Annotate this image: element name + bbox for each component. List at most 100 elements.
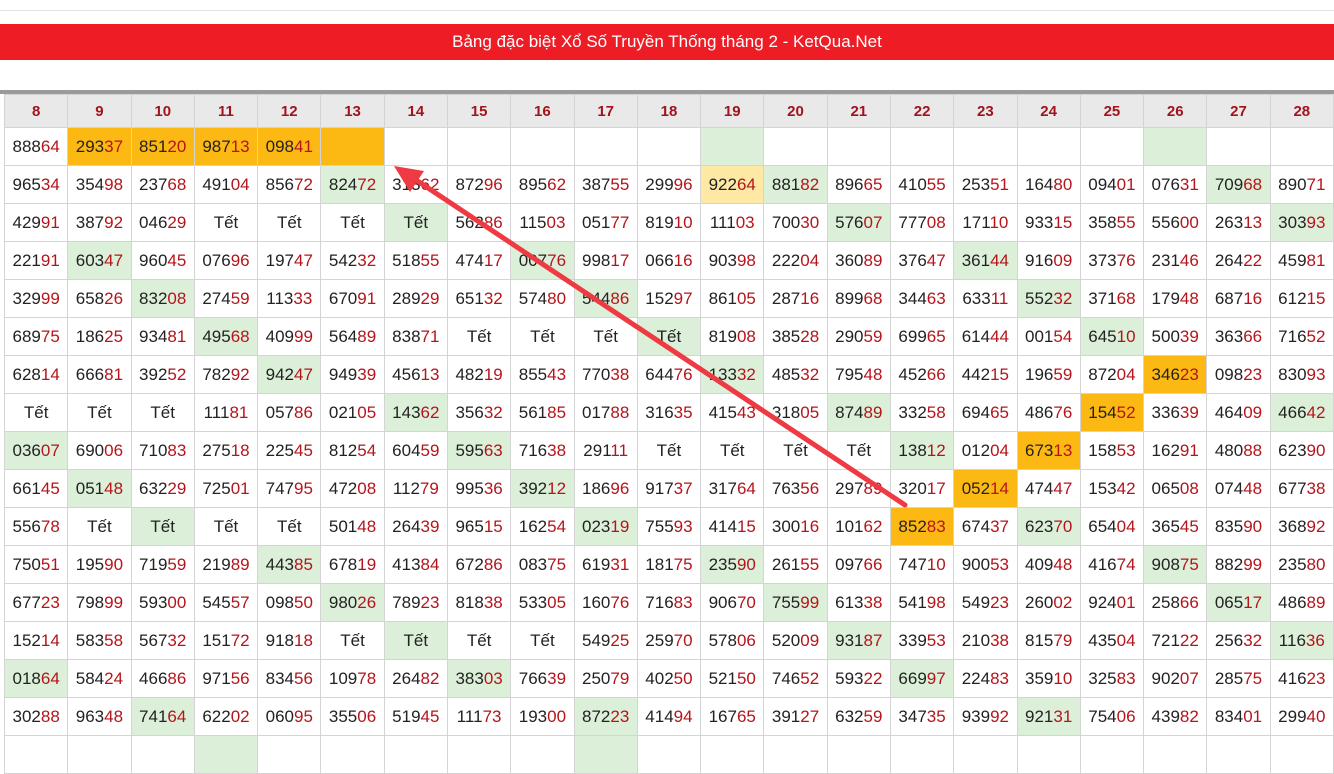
result-cell: 19659 [1016,355,1081,394]
result-cell [763,127,828,166]
result-cell: 36366 [1206,317,1271,356]
result-cell: 31635 [636,393,702,432]
result-cell [383,735,448,774]
table-row: 62814 66681 39252 78292 94247 94939 45613 48219… [3,355,1334,394]
result-cell [763,735,828,774]
result-cell [1016,735,1081,774]
result-cell: 86105 [700,279,765,318]
result-cell: 15214 [3,621,69,660]
result-cell: 17110 [953,203,1018,242]
result-cell: 87223 [573,697,638,736]
result-cell: 85543 [510,355,575,394]
result-cell: 81254 [320,431,385,470]
result-cell: 89968 [826,279,891,318]
result-cell: 37168 [1079,279,1145,318]
result-cell: 27518 [193,431,259,470]
result-cell: 45981 [1269,241,1334,280]
result-cell: 83456 [257,659,322,698]
result-cell: 93187 [826,621,891,660]
result-cell [3,735,69,774]
result-cell: Tết [510,317,575,356]
result-cell: Tết [700,431,765,470]
result-cell: 96348 [67,697,132,736]
result-cell: 61215 [1269,279,1334,318]
result-cell [67,735,132,774]
result-cell: 63259 [826,697,891,736]
result-cell: 26155 [763,545,828,584]
day-header: 25 [1079,94,1145,128]
result-cell: 44215 [953,355,1018,394]
result-cell: 23590 [700,545,765,584]
result-cell [510,127,575,166]
result-cell: 19300 [510,697,575,736]
result-cell: 39212 [510,469,575,508]
result-cell: Tết [67,393,132,432]
result-cell: 77708 [889,203,955,242]
result-cell: 67286 [446,545,512,584]
result-cell [1143,735,1208,774]
result-cell: 46642 [1269,393,1334,432]
result-cell: 71083 [130,431,195,470]
result-cell: 27459 [193,279,259,318]
result-cell: 19747 [257,241,322,280]
day-header: 20 [763,94,828,128]
result-cell: 38755 [573,165,638,204]
result-cell: 66145 [3,469,69,508]
result-cell: 13332 [700,355,765,394]
result-cell: 60459 [383,431,448,470]
result-cell: Tết [257,507,322,546]
result-cell: 49568 [193,317,259,356]
result-cell: 09850 [257,583,322,622]
result-cell: 25079 [573,659,638,698]
result-cell: 29111 [573,431,638,470]
result-cell: 87204 [1079,355,1145,394]
result-cell: 59563 [446,431,512,470]
result-cell: 01864 [3,659,69,698]
result-cell: 67437 [953,507,1018,546]
result-cell [1206,127,1271,166]
result-cell [1079,127,1145,166]
table-row: 55678 Tết Tết Tết Tết 50148 26439 96515 16254 023… [3,507,1334,546]
result-cell: 90398 [700,241,765,280]
result-cell [1269,127,1334,166]
result-cell: 75051 [3,545,69,584]
result-cell: 11503 [510,203,575,242]
result-cell: 07631 [1143,165,1208,204]
result-cell [383,127,448,166]
result-cell: 09823 [1206,355,1271,394]
result-cell: 28716 [763,279,828,318]
result-cell: 89071 [1269,165,1334,204]
page-top-border [0,10,1334,11]
result-cell: Tết [320,621,385,660]
result-cell: 83093 [1269,355,1334,394]
result-cell: 17948 [1143,279,1208,318]
result-cell [700,127,765,166]
result-cell: 76639 [510,659,575,698]
result-cell [1016,127,1081,166]
result-cell: 56286 [446,203,512,242]
result-cell [320,127,385,166]
result-cell: 11636 [1269,621,1334,660]
result-cell: 28575 [1206,659,1271,698]
result-cell: 16291 [1143,431,1208,470]
result-cell: 47208 [320,469,385,508]
result-cell: Tết [193,203,259,242]
result-cell: 92131 [1016,697,1081,736]
result-cell: 67738 [1269,469,1334,508]
result-cell: 83401 [1206,697,1271,736]
result-cell: 88864 [3,127,69,166]
result-cell: 29337 [67,127,132,166]
result-cell: 88299 [1206,545,1271,584]
result-cell: 57480 [510,279,575,318]
result-cell: 59322 [826,659,891,698]
result-cell: 15297 [636,279,702,318]
result-cell [1206,735,1271,774]
result-cell: 63229 [130,469,195,508]
result-cell: 70968 [1206,165,1271,204]
result-cell: 05177 [573,203,638,242]
result-cell: 35632 [446,393,512,432]
result-cell [446,127,512,166]
result-cell: 41415 [700,507,765,546]
result-cell: 83871 [383,317,448,356]
result-cell: 69965 [889,317,955,356]
